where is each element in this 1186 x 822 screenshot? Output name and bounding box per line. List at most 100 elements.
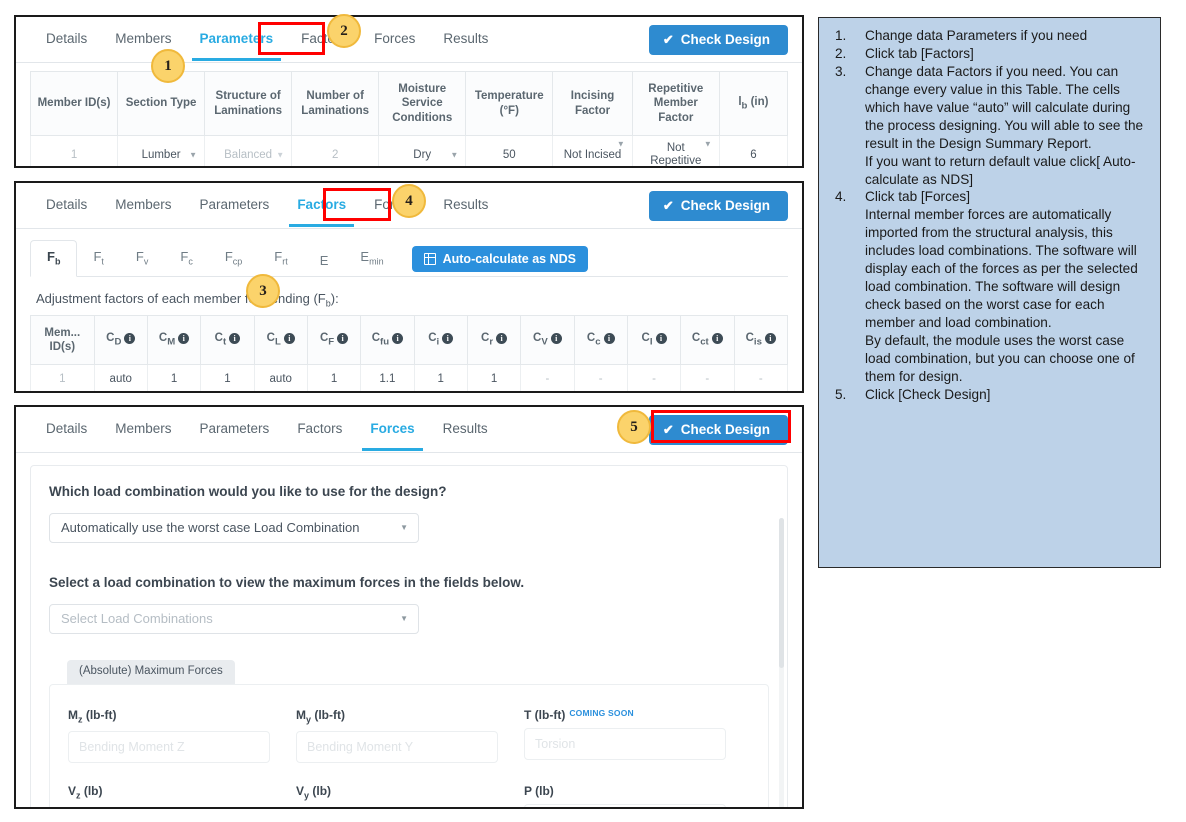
tab-forces[interactable]: Forces xyxy=(356,409,428,451)
cell-cfu[interactable]: 1.1 xyxy=(360,364,415,391)
cell-moisture-service-value: Dry xyxy=(413,148,432,161)
instruction-item-1: 1. Change data Parameters if you need xyxy=(827,27,1150,45)
th-cI: CI i xyxy=(626,314,682,366)
tab-details[interactable]: Details xyxy=(32,409,101,450)
check-design-button[interactable]: ✔ Check Design xyxy=(648,25,788,55)
cell-moisture-service[interactable]: Dry ▼ xyxy=(378,135,467,166)
instruction-number-3: 3. xyxy=(835,63,847,79)
cell-cis[interactable]: - xyxy=(733,364,789,391)
cell-cc[interactable]: - xyxy=(573,364,628,391)
cell-member-id[interactable]: 1 xyxy=(29,135,119,166)
info-icon[interactable]: i xyxy=(603,332,615,344)
subtab-ft[interactable]: Ft xyxy=(77,241,119,276)
instruction-line: Change data Factors if you need. You can… xyxy=(865,63,1144,151)
torsion-input[interactable] xyxy=(524,727,726,760)
cell-member-ids[interactable]: 1 xyxy=(30,364,95,391)
info-icon[interactable]: i xyxy=(392,332,404,344)
cell-cct[interactable]: - xyxy=(680,364,735,391)
tab-parameters[interactable]: Parameters xyxy=(186,185,284,226)
th-cl: CL i xyxy=(253,314,308,366)
cell-cd[interactable]: auto xyxy=(93,364,148,391)
field-vz-rest: (lb) xyxy=(80,783,103,798)
tab-forces[interactable]: Forces xyxy=(360,19,429,60)
th-lb-rest: (in) xyxy=(747,95,769,108)
tab-members[interactable]: Members xyxy=(101,185,185,226)
info-icon[interactable]: i xyxy=(550,332,562,344)
info-icon[interactable]: i xyxy=(442,332,454,344)
tab-factors[interactable]: Factors xyxy=(283,409,356,450)
tab-factors[interactable]: Factors xyxy=(283,185,360,227)
info-icon[interactable]: i xyxy=(283,332,295,344)
check-design-button[interactable]: ✔ Check Design xyxy=(648,415,788,445)
axial-force-input[interactable] xyxy=(524,803,726,807)
cell-ct[interactable]: 1 xyxy=(200,364,255,391)
select-load-combinations[interactable]: Select Load Combinations ▼ xyxy=(49,604,419,634)
subtab-fc[interactable]: Fc xyxy=(164,241,208,276)
cell-structure-laminations[interactable]: Balanced ▼ xyxy=(204,135,293,166)
info-icon[interactable]: i xyxy=(124,332,136,344)
tab-parameters[interactable]: Parameters xyxy=(186,19,288,61)
cell-lb[interactable]: 6 xyxy=(718,135,789,166)
chevron-down-icon[interactable]: ▼ xyxy=(704,140,712,149)
subtab-emin[interactable]: Emin xyxy=(344,241,399,276)
max-forces-tab[interactable]: (Absolute) Maximum Forces xyxy=(67,660,235,684)
load-combination-select[interactable]: Automatically use the worst case Load Co… xyxy=(49,513,419,543)
cell-ci[interactable]: 1 xyxy=(413,364,468,391)
field-mz-main: M xyxy=(68,707,78,722)
auto-calculate-nds-button[interactable]: Auto-calculate as NDS xyxy=(411,245,588,272)
cell-cl[interactable]: auto xyxy=(253,364,308,391)
info-icon[interactable]: i xyxy=(764,332,776,344)
cell-incising-factor[interactable]: Not Incised ▼ xyxy=(552,135,633,166)
tab-results[interactable]: Results xyxy=(429,409,502,450)
subtab-fv[interactable]: Fv xyxy=(120,241,164,276)
info-icon[interactable]: i xyxy=(337,332,349,344)
subtab-e[interactable]: E xyxy=(304,245,345,276)
subtab-frt[interactable]: Frt xyxy=(258,241,303,276)
info-icon[interactable]: i xyxy=(229,332,241,344)
tab-parameters[interactable]: Parameters xyxy=(186,409,284,450)
chevron-down-icon[interactable]: ▼ xyxy=(617,140,625,149)
tab-results[interactable]: Results xyxy=(429,185,502,226)
info-icon[interactable]: i xyxy=(711,332,723,344)
field-vz: Vz (lb) xyxy=(68,763,270,809)
subtab-fcp[interactable]: Fcp xyxy=(209,241,258,276)
tab-details[interactable]: Details xyxy=(32,19,101,60)
tab-details[interactable]: Details xyxy=(32,185,101,226)
info-icon[interactable]: i xyxy=(178,332,190,344)
cell-cr[interactable]: 1 xyxy=(466,364,522,391)
subtab-fb[interactable]: Fb xyxy=(30,240,78,277)
shear-force-y-input[interactable] xyxy=(296,807,498,809)
check-design-button[interactable]: ✔ Check Design xyxy=(648,191,788,221)
cell-cf[interactable]: 1 xyxy=(306,364,362,391)
th-member-ids-l2: ID(s) xyxy=(49,340,76,353)
th-cfu-main: C xyxy=(371,332,381,345)
cell-cI[interactable]: - xyxy=(626,364,682,391)
cell-temperature[interactable]: 50 xyxy=(465,135,554,166)
tab-results[interactable]: Results xyxy=(429,19,502,60)
cell-repetitive-member[interactable]: Not Repetitive ▼ xyxy=(631,135,720,166)
field-my-label: My (lb-ft) xyxy=(296,709,498,724)
chevron-down-icon[interactable]: ▼ xyxy=(450,151,458,160)
subtab-fb-sub: b xyxy=(54,257,61,267)
cell-cm[interactable]: 1 xyxy=(146,364,202,391)
tab-members[interactable]: Members xyxy=(101,409,185,450)
cell-number-laminations[interactable]: 2 xyxy=(291,135,380,166)
field-my: My (lb-ft) xyxy=(296,699,498,763)
chevron-down-icon[interactable]: ▼ xyxy=(189,151,197,160)
bending-moment-y-input[interactable] xyxy=(296,730,498,763)
th-member-id: Member ID(s) xyxy=(29,70,119,137)
cell-cv[interactable]: - xyxy=(520,364,575,391)
bending-moment-z-input[interactable] xyxy=(68,730,270,763)
cell-incising-factor-value: Not Incised xyxy=(563,148,622,161)
info-icon[interactable]: i xyxy=(496,332,508,344)
th-repetitive-member: Repetitive Member Factor xyxy=(631,70,720,137)
shear-force-z-input[interactable] xyxy=(68,807,270,809)
th-member-ids: Mem... ID(s) xyxy=(30,314,95,366)
field-mz: Mz (lb-ft) xyxy=(68,699,270,763)
forces-scrollbar-thumb[interactable] xyxy=(779,518,784,668)
cell-section-type[interactable]: Lumber ▼ xyxy=(117,135,206,166)
info-icon[interactable]: i xyxy=(655,332,667,344)
th-cm: CM i xyxy=(146,314,202,366)
check-design-label: Check Design xyxy=(680,422,770,437)
forces-scrollbar[interactable] xyxy=(779,518,784,807)
